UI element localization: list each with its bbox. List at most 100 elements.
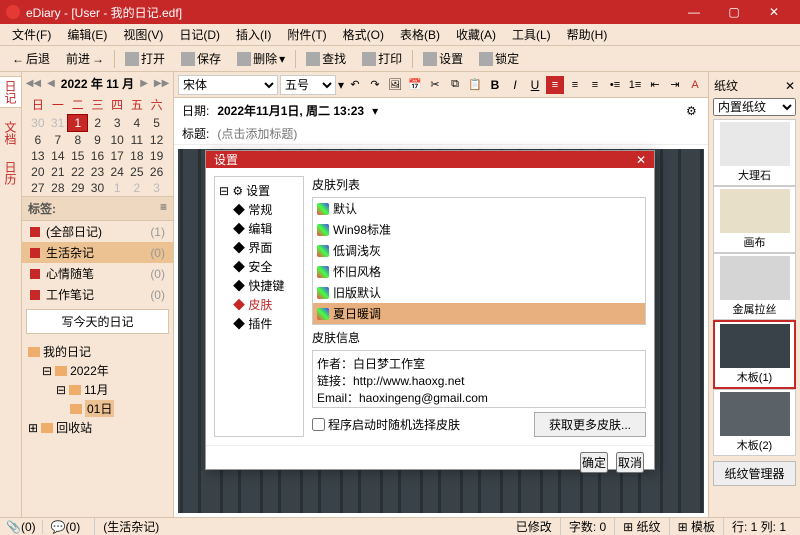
calendar-day[interactable]: 23 xyxy=(88,164,108,180)
skin-item[interactable]: Win98标准 xyxy=(313,219,645,240)
tag-item[interactable]: (全部日记)(1) xyxy=(22,221,173,242)
bulb-icon[interactable]: ⚙ xyxy=(686,104,700,118)
rail-tab[interactable]: 日记 xyxy=(0,76,22,108)
calendar-day[interactable]: 15 xyxy=(68,148,88,164)
tag-item[interactable]: 心情随笔(0) xyxy=(22,263,173,284)
dialog-cancel-button[interactable]: 取消 xyxy=(616,452,644,473)
calendar-day[interactable]: 27 xyxy=(28,180,48,196)
settings-tree-item[interactable]: ◆ 插件 xyxy=(219,314,299,333)
menu-item[interactable]: 视图(V) xyxy=(115,24,171,45)
calendar-day[interactable]: 28 xyxy=(48,180,68,196)
calendar-day[interactable]: 26 xyxy=(147,164,167,180)
cut-icon[interactable]: ✂ xyxy=(426,76,444,94)
texture-thumb[interactable]: 画布 xyxy=(713,186,796,253)
texture-manager-button[interactable]: 纸纹管理器 xyxy=(713,461,796,486)
calendar-day[interactable]: 24 xyxy=(107,164,127,180)
tree-year[interactable]: ⊟ 2022年 xyxy=(28,361,167,380)
delete-button[interactable]: 删除 ▾ xyxy=(231,48,291,69)
calendar-day[interactable]: 2 xyxy=(88,115,108,132)
calendar-day[interactable]: 30 xyxy=(28,115,48,132)
calendar-day[interactable]: 3 xyxy=(147,180,167,196)
calendar-day[interactable]: 21 xyxy=(48,164,68,180)
menu-item[interactable]: 帮助(H) xyxy=(559,24,616,45)
bold-button[interactable]: B xyxy=(486,76,504,94)
font-select[interactable]: 宋体 xyxy=(178,75,278,95)
indent-icon[interactable]: ⇥ xyxy=(666,76,684,94)
menu-item[interactable]: 工具(L) xyxy=(504,24,559,45)
menu-item[interactable]: 表格(B) xyxy=(392,24,448,45)
skin-item[interactable]: 夏日暖调 xyxy=(313,303,645,324)
back-button[interactable]: ← 后退 xyxy=(6,48,56,69)
calendar-day[interactable]: 14 xyxy=(48,148,68,164)
status-comment-icon[interactable]: 💬(0) xyxy=(42,520,89,534)
settings-tree-item[interactable]: ◆ 编辑 xyxy=(219,219,299,238)
cal-prev-month[interactable]: ◀ xyxy=(47,78,55,89)
calendar-day[interactable]: 30 xyxy=(88,180,108,196)
list-bullet-icon[interactable]: •≡ xyxy=(606,76,624,94)
align-left-icon[interactable]: ≡ xyxy=(546,76,564,94)
align-center-icon[interactable]: ≡ xyxy=(566,76,584,94)
calendar-day[interactable]: 22 xyxy=(68,164,88,180)
calendar-day[interactable]: 8 xyxy=(68,132,88,149)
dialog-ok-button[interactable]: 确定 xyxy=(580,452,608,473)
settings-tree-item[interactable]: ◆ 皮肤 xyxy=(219,295,299,314)
menu-item[interactable]: 附件(T) xyxy=(279,24,334,45)
skin-item[interactable]: 旧版默认 xyxy=(313,282,645,303)
calendar-day[interactable]: 17 xyxy=(107,148,127,164)
calendar-day[interactable]: 12 xyxy=(147,132,167,149)
rail-tab[interactable]: 文档 xyxy=(0,118,21,148)
settings-tree-item[interactable]: ◆ 常规 xyxy=(219,200,299,219)
forward-button[interactable]: 前进 → xyxy=(60,48,110,69)
settings-tree-item[interactable]: ◆ 快捷键 xyxy=(219,276,299,295)
maximize-button[interactable]: ▢ xyxy=(714,0,754,24)
title-input[interactable] xyxy=(217,127,700,141)
menu-item[interactable]: 文件(F) xyxy=(4,24,59,45)
dialog-close-icon[interactable]: ✕ xyxy=(636,153,646,167)
italic-button[interactable]: I xyxy=(506,76,524,94)
settings-tree-root[interactable]: ⊟ ⚙ 设置 xyxy=(219,181,299,200)
calendar-day[interactable]: 9 xyxy=(88,132,108,149)
print-button[interactable]: 打印 xyxy=(356,48,408,69)
calendar-day[interactable]: 11 xyxy=(127,132,147,149)
settings-tree-item[interactable]: ◆ 安全 xyxy=(219,257,299,276)
outdent-icon[interactable]: ⇤ xyxy=(646,76,664,94)
calendar-day[interactable]: 1 xyxy=(68,115,88,132)
calendar-day[interactable]: 13 xyxy=(28,148,48,164)
save-button[interactable]: 保存 xyxy=(175,48,227,69)
align-right-icon[interactable]: ≡ xyxy=(586,76,604,94)
calendar-day[interactable]: 20 xyxy=(28,164,48,180)
size-select[interactable]: 五号 xyxy=(280,75,336,95)
calendar-title[interactable]: 2022 年 11 月 xyxy=(61,75,134,92)
cal-prev-year[interactable]: ◀◀ xyxy=(26,78,41,89)
random-skin-checkbox[interactable]: 程序启动时随机选择皮肤 xyxy=(312,416,460,433)
texture-source-select[interactable]: 内置纸纹 xyxy=(713,98,796,116)
texture-thumb[interactable]: 大理石 xyxy=(713,119,796,186)
menu-item[interactable]: 格式(O) xyxy=(335,24,392,45)
date-dropdown-icon[interactable]: ▾ xyxy=(372,104,378,118)
calendar-day[interactable]: 10 xyxy=(107,132,127,149)
calendar-day[interactable]: 19 xyxy=(147,148,167,164)
more-skins-button[interactable]: 获取更多皮肤... xyxy=(534,412,646,437)
find-button[interactable]: 查找 xyxy=(300,48,352,69)
status-paper[interactable]: ⊞ 纸纹 xyxy=(614,518,668,535)
redo-icon[interactable]: ↷ xyxy=(366,76,384,94)
cal-next-month[interactable]: ▶ xyxy=(140,78,148,89)
close-button[interactable]: ✕ xyxy=(754,0,794,24)
font-color-icon[interactable]: A xyxy=(686,76,704,94)
calendar-day[interactable]: 6 xyxy=(28,132,48,149)
tree-recycle[interactable]: ⊞ 回收站 xyxy=(28,418,167,437)
tag-item[interactable]: 工作笔记(0) xyxy=(22,284,173,305)
menu-item[interactable]: 编辑(E) xyxy=(59,24,115,45)
calendar-day[interactable]: 2 xyxy=(127,180,147,196)
calendar-day[interactable]: 25 xyxy=(127,164,147,180)
minimize-button[interactable]: — xyxy=(674,0,714,24)
calendar-day[interactable]: 7 xyxy=(48,132,68,149)
calendar-day[interactable]: 16 xyxy=(88,148,108,164)
calendar-day[interactable]: 31 xyxy=(48,115,68,132)
cal-next-year[interactable]: ▶▶ xyxy=(154,78,169,89)
list-number-icon[interactable]: 1≡ xyxy=(626,76,644,94)
underline-button[interactable]: U xyxy=(526,76,544,94)
calendar-day[interactable]: 29 xyxy=(68,180,88,196)
image-icon[interactable]: 🖼 xyxy=(386,76,404,94)
lock-button[interactable]: 锁定 xyxy=(473,48,525,69)
